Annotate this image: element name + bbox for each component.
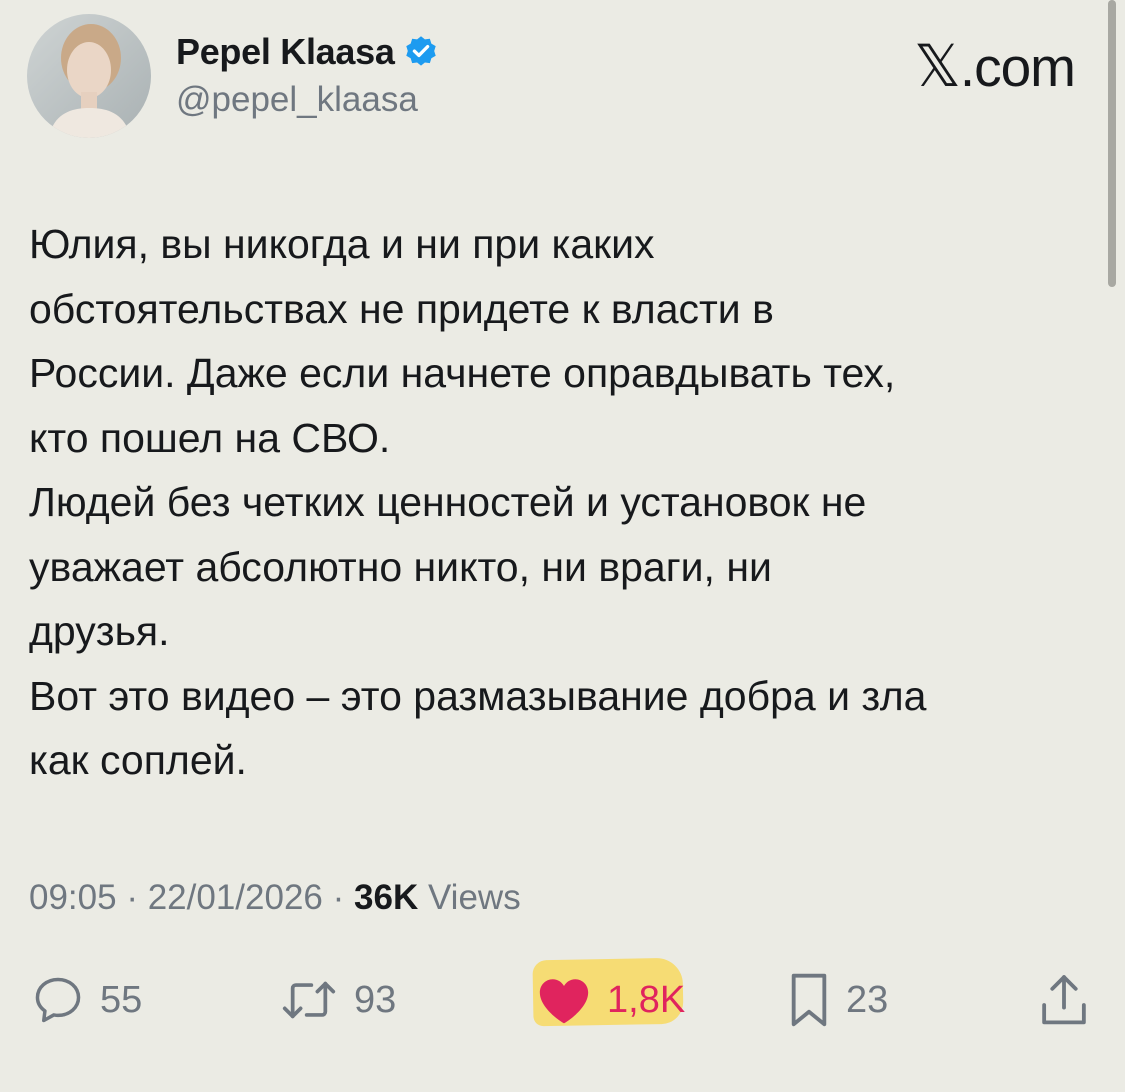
tweet-date[interactable]: 22/01/2026: [148, 878, 323, 917]
tweet-meta: 09:05 · 22/01/2026 · 36K Views: [29, 878, 521, 918]
avatar[interactable]: [27, 14, 151, 138]
reply-button[interactable]: 55: [30, 968, 142, 1032]
brand-suffix: .com: [959, 36, 1076, 98]
tweet-text: Юлия, вы никогда и ни при каких обстояте…: [29, 221, 927, 783]
author-name-row[interactable]: Pepel Klaasa: [176, 30, 439, 74]
views-count[interactable]: 36K: [354, 878, 418, 917]
x-logo-icon: 𝕏: [914, 34, 961, 99]
repost-button[interactable]: 93: [278, 968, 396, 1032]
bookmark-count: 23: [846, 978, 889, 1021]
display-name[interactable]: Pepel Klaasa: [176, 31, 395, 73]
brand-logo: 𝕏.com: [914, 32, 1076, 100]
views-label[interactable]: Views: [428, 878, 521, 917]
heart-icon: [539, 979, 589, 1024]
like-button[interactable]: 1,8K: [535, 968, 685, 1032]
tweet-time[interactable]: 09:05: [29, 878, 117, 917]
scrollbar[interactable]: [1108, 0, 1116, 287]
meta-separator: ·: [126, 878, 138, 917]
verified-badge-icon: [403, 34, 439, 70]
repost-count: 93: [354, 978, 397, 1021]
speech-bubble-icon: [35, 977, 81, 1023]
reply-count: 55: [100, 978, 143, 1021]
bookmark-icon: [791, 973, 827, 1027]
meta-separator: ·: [332, 878, 345, 917]
bookmark-button[interactable]: 23: [786, 968, 888, 1032]
share-button[interactable]: [1036, 968, 1092, 1032]
like-count: 1,8K: [607, 978, 686, 1021]
repost-arrows-icon: [282, 981, 336, 1019]
share-upload-icon: [1042, 975, 1086, 1025]
author-handle[interactable]: @pepel_klaasa: [176, 80, 418, 120]
